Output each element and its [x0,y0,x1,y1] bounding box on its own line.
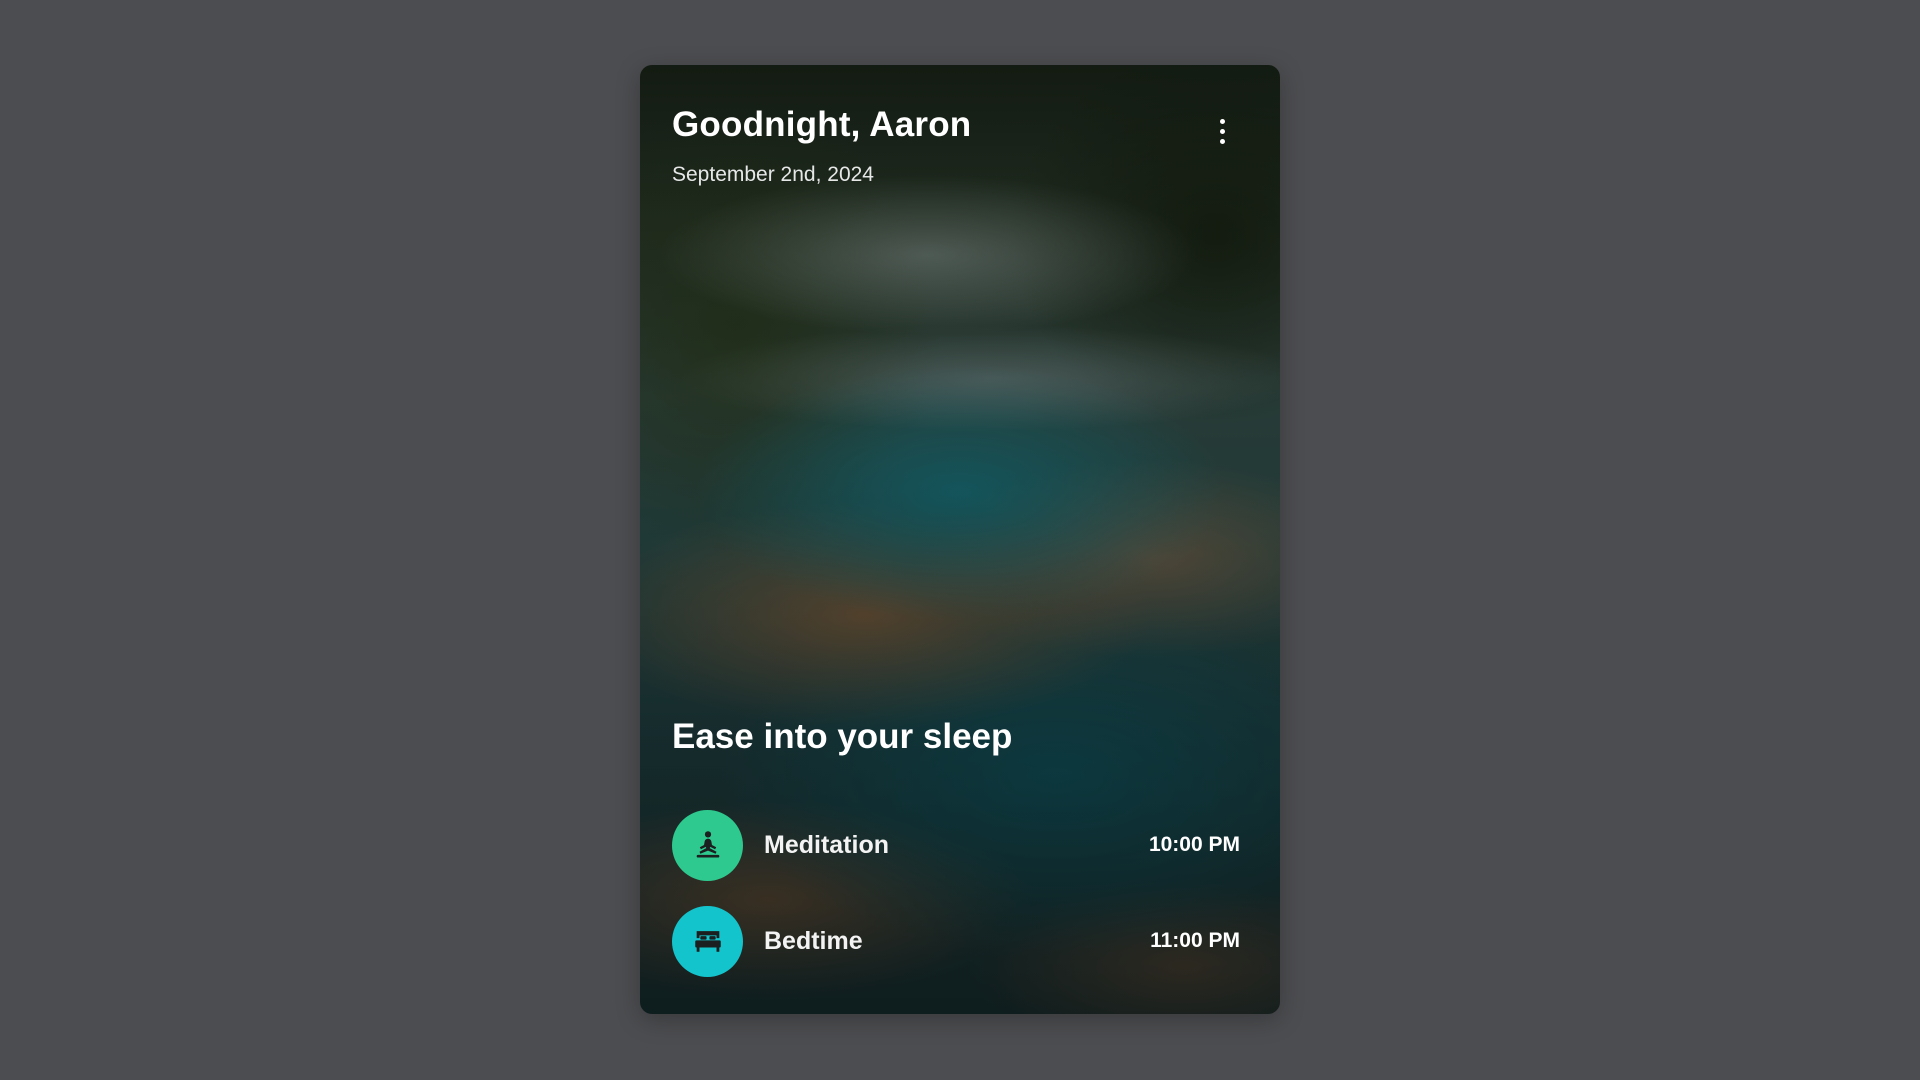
greeting-title: Goodnight, Aaron [672,105,972,144]
more-options-button[interactable] [1208,113,1236,149]
meditation-icon-badge [672,809,743,881]
more-vertical-icon [1219,118,1225,124]
more-vertical-icon-dot [1219,128,1225,134]
card-content: Goodnight, Aaron September 2nd, 2024 Eas… [640,65,1280,1014]
more-vertical-icon-dot [1219,138,1225,144]
routine-name: Meditation [764,830,889,859]
routine-name: Bedtime [764,926,863,955]
bed-icon-badge [672,905,743,977]
routine-item-bedtime[interactable]: Bedtime 11:00 PM [672,905,1240,977]
meditation-icon [696,831,719,858]
routine-time: 10:00 PM [1148,833,1240,856]
routine-time: 11:00 PM [1150,929,1240,952]
routine-item-meditation[interactable]: Meditation 10:00 PM [672,809,1240,881]
section-title: Ease into your sleep [672,717,1013,756]
current-date: September 2nd, 2024 [672,163,874,186]
sleep-card: Goodnight, Aaron September 2nd, 2024 Eas… [640,65,1280,1014]
bed-icon [694,931,721,952]
